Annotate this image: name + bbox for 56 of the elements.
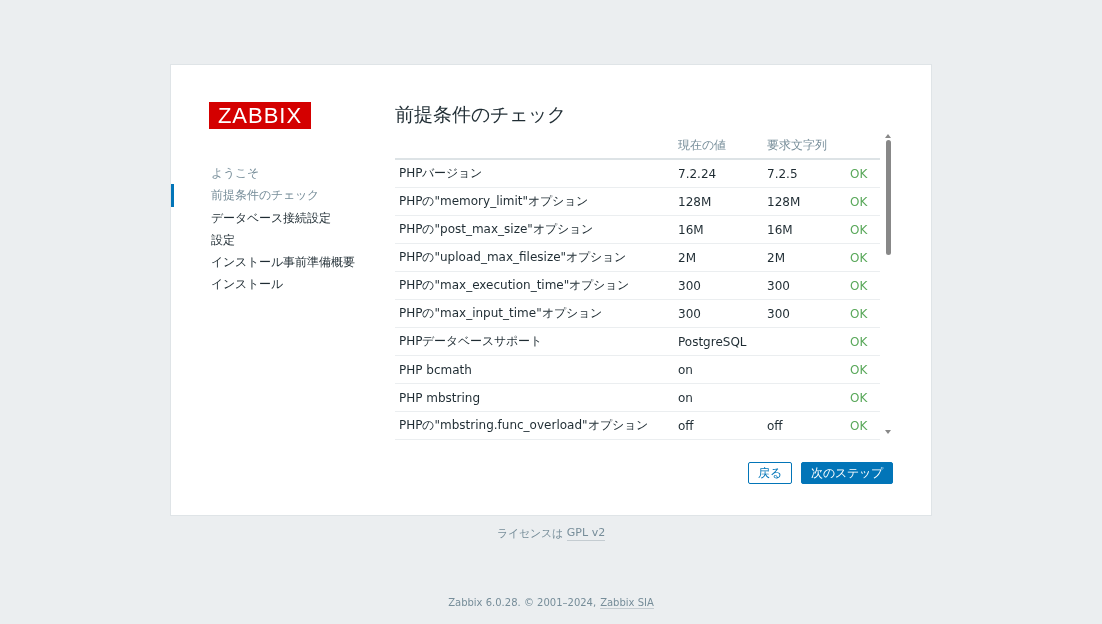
table-cell-text: PHP bcmath [398,362,473,377]
table-cell-text: 128M [678,194,713,209]
table-cell-text: PostgreSQL [678,334,748,349]
table-cell-text: on [678,390,694,405]
sidebar-item: インストール事前準備概要 [210,254,356,272]
license-link[interactable]: GPL v2 [566,526,606,541]
company-link[interactable]: Zabbix SIA [600,597,654,609]
table-cell-text: PHPの"post_max_size"オプション [398,221,594,238]
table-cell-text: 2M [678,250,697,265]
page-title: 前提条件のチェック [395,102,567,127]
status-text: OK [850,250,869,265]
column-header: 要求文字列 [767,136,828,154]
table-cell-text: 7.2.5 [767,166,799,181]
table-cell-text: PHPの"mbstring.func_overload"オプション [398,417,649,434]
scrollbar[interactable] [883,132,893,436]
sidebar-item: ようこそ [210,165,260,182]
scroll-up-arrow-icon[interactable] [885,134,891,138]
table-cell-text: off [767,418,784,433]
sidebar-item: 設定 [210,231,236,249]
license-text: ライセンスは [496,526,563,541]
table-cell-text: on [678,362,694,377]
status-text: OK [850,418,869,433]
table-cell-text: 16M [678,222,705,237]
table-cell-text: PHPデータベースサポート [398,333,544,350]
status-text: OK [850,306,869,321]
column-header: 現在の値 [678,136,727,154]
table-cell-text: PHPの"max_input_time"オプション [398,305,603,322]
table-cell-text: PHPの"max_execution_time"オプション [398,277,631,294]
sidebar-item: インストール [210,276,284,294]
table-cell-text: 7.2.24 [678,166,718,181]
table-cell-text: 128M [767,194,802,209]
table-cell-text: off [678,418,695,433]
table-cell-text: 300 [767,306,791,321]
table-cell-text: PHPの"upload_max_filesize"オプション [398,249,628,266]
status-text: OK [850,166,869,181]
table-cell-text: 300 [678,306,702,321]
sidebar-item: データベース接続設定 [210,209,332,227]
status-text: OK [850,334,869,349]
status-text: OK [850,278,869,293]
sidebar-item: 前提条件のチェック [171,184,395,207]
status-text: OK [850,222,869,237]
scroll-down-arrow-icon[interactable] [885,430,891,434]
table-cell-text: PHP mbstring [398,390,482,405]
copyright-text: Zabbix 6.0.28. © 2001–2024, [448,597,597,609]
table-cell-text: PHPバージョン [398,165,484,182]
status-text: OK [850,362,869,377]
table-cell-text: 16M [767,222,794,237]
status-text: OK [850,194,869,209]
next-step-button[interactable]: 次のステップ [801,462,893,484]
back-button[interactable]: 戻る [748,462,792,484]
table-cell-text: 300 [678,278,702,293]
table-cell-text: 2M [767,250,786,265]
table-cell-text: 300 [767,278,791,293]
logo: ZABBIX [209,102,311,129]
table-cell-text: PHPの"memory_limit"オプション [398,193,590,210]
status-text: OK [850,390,869,405]
